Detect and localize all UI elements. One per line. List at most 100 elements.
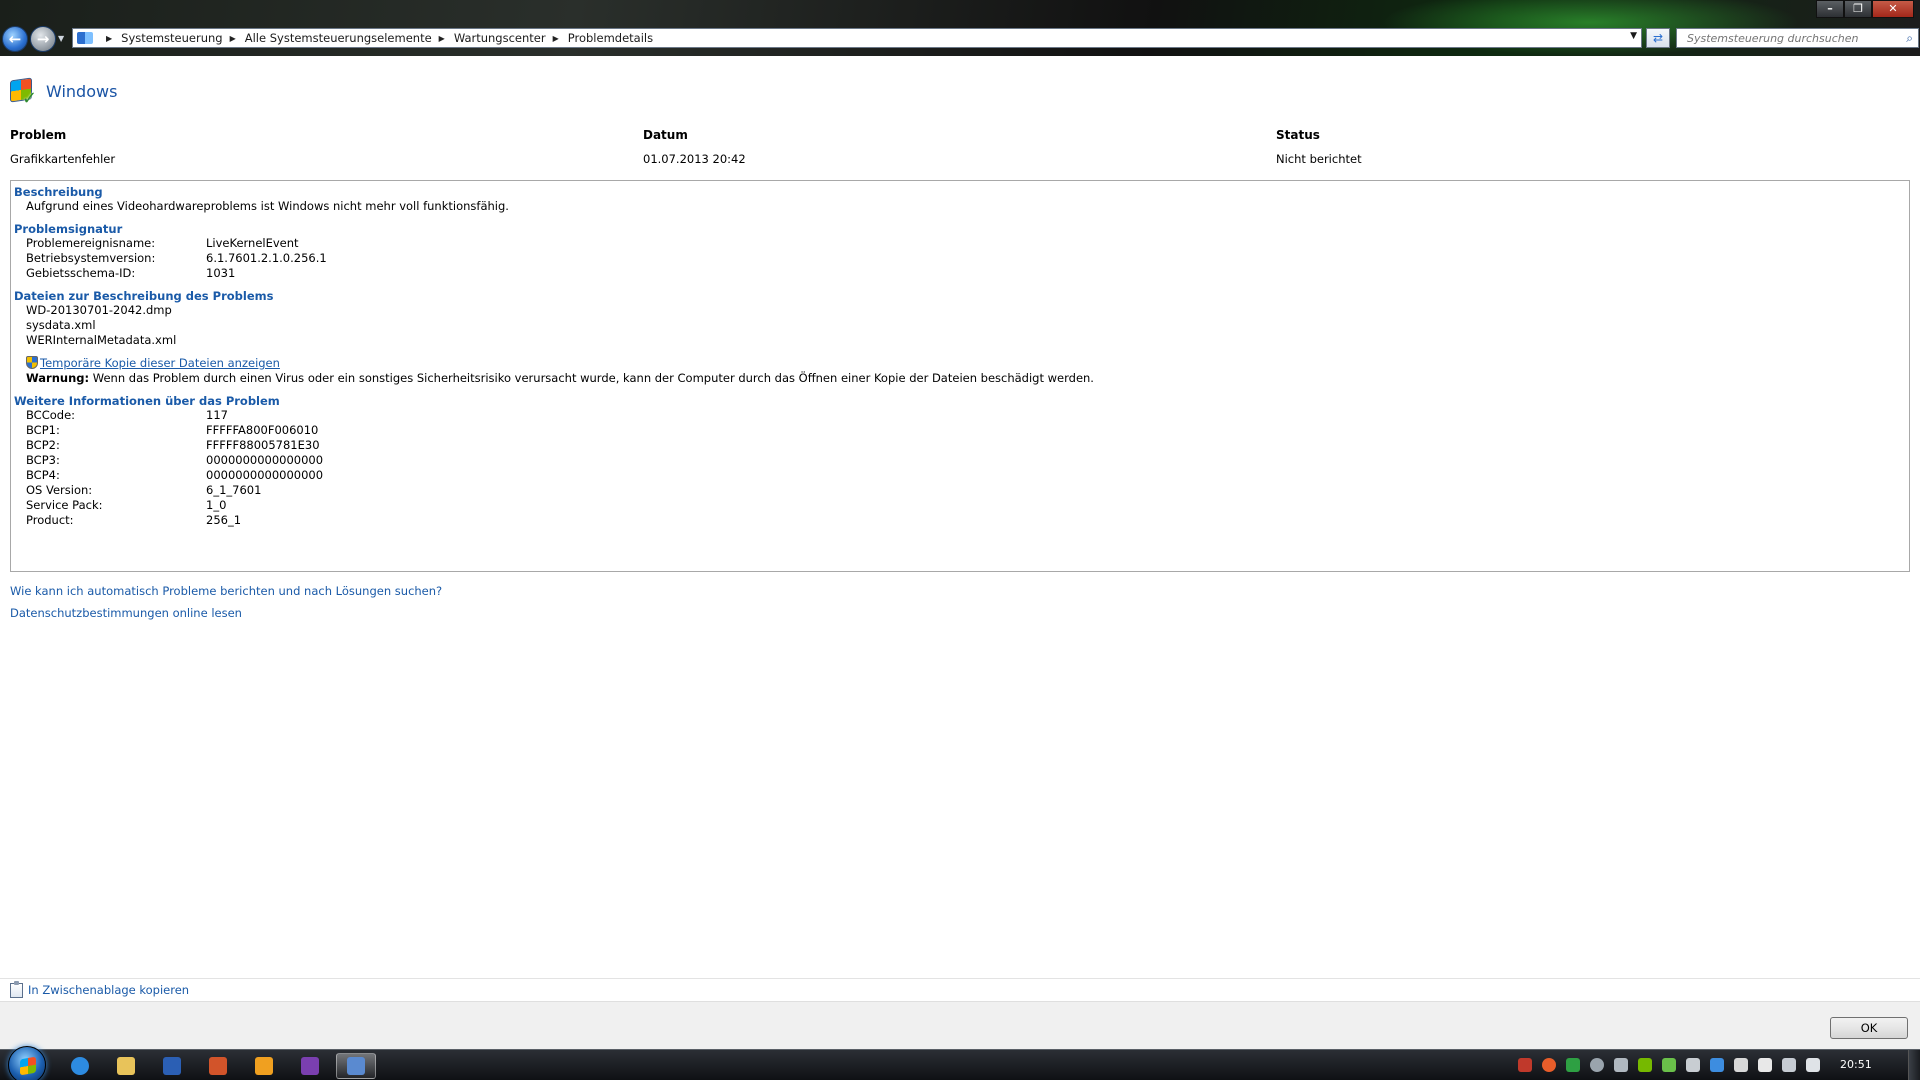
more-info-value: 117 [206, 408, 228, 422]
arrow-right-icon: → [36, 30, 50, 48]
tray-nvidia-icon[interactable] [1638, 1058, 1652, 1072]
action-center-flag-icon [77, 32, 93, 44]
tray-mouse-icon[interactable] [1590, 1058, 1604, 1072]
clipboard-icon [10, 980, 23, 998]
file-item: WD-20130701-2042.dmp [26, 303, 172, 317]
chevron-right-icon: ▶ [552, 33, 559, 43]
back-button[interactable]: ← [2, 26, 28, 52]
minimize-button[interactable]: – [1816, 0, 1844, 18]
warning-text: Wenn das Problem durch einen Virus oder … [89, 371, 1094, 385]
more-info-value: 6_1_7601 [206, 483, 262, 497]
app-header: ✓ Windows [10, 76, 117, 109]
taskbar-app-control-panel[interactable] [336, 1053, 376, 1079]
maximize-button[interactable]: ❐ [1844, 0, 1872, 18]
search-icon[interactable]: ⌕ [1906, 31, 1913, 46]
signature-key: Problemereignisname: [26, 236, 156, 250]
taskbar-app-media-player[interactable] [244, 1053, 284, 1079]
tray-volume-icon[interactable] [1806, 1058, 1820, 1072]
signature-title: Problemsignatur [14, 222, 123, 236]
breadcrumb-wartungscenter[interactable]: Wartungscenter [454, 31, 546, 45]
search-input[interactable] [1687, 31, 1897, 45]
taskbar-app-visual-studio[interactable] [290, 1053, 330, 1079]
status-column-header: Status [1276, 128, 1320, 142]
auto-report-link[interactable]: Wie kann ich automatisch Probleme berich… [10, 580, 442, 602]
more-info-row: BCP2: FFFFF88005781E30 [14, 438, 1906, 453]
more-info-value: FFFFFA800F006010 [206, 423, 319, 437]
tray-update-icon[interactable] [1542, 1058, 1556, 1072]
more-info-key: BCP2: [26, 438, 60, 452]
tray-gpu-icon[interactable] [1662, 1058, 1676, 1072]
temp-copy-row: Temporäre Kopie dieser Dateien anzeigen [14, 356, 1906, 371]
files-title: Dateien zur Beschreibung des Problems [14, 289, 274, 303]
more-info-title: Weitere Informationen über das Problem [14, 394, 280, 408]
breadcrumb-problemdetails[interactable]: Problemdetails [568, 31, 653, 45]
tray-edit-icon[interactable] [1734, 1058, 1748, 1072]
tray-network-icon[interactable] [1686, 1058, 1700, 1072]
internet-explorer-icon [71, 1057, 89, 1075]
files-section: Dateien zur Beschreibung des Problems WD… [14, 289, 1906, 386]
more-info-key: Service Pack: [26, 498, 103, 512]
more-info-section: Weitere Informationen über das Problem B… [14, 394, 1906, 528]
breadcrumb-systemsteuerung[interactable]: Systemsteuerung [121, 31, 222, 45]
windows-logo-icon: ✓ [10, 76, 40, 109]
temp-copy-link[interactable]: Temporäre Kopie dieser Dateien anzeigen [40, 356, 280, 370]
close-button[interactable]: ✕ [1872, 0, 1914, 18]
show-desktop-button[interactable] [1908, 1050, 1920, 1080]
tray-antivirus-icon[interactable] [1518, 1058, 1532, 1072]
address-dropdown-icon[interactable]: ▼ [1630, 31, 1637, 41]
address-bar[interactable]: ▶ Systemsteuerung ▶ Alle Systemsteuerung… [72, 28, 1642, 48]
folder-icon [117, 1057, 135, 1075]
taskbar-clock[interactable]: 20:51 [1840, 1058, 1872, 1071]
forward-button[interactable]: → [30, 26, 56, 52]
taskbar-app-word[interactable] [152, 1053, 192, 1079]
search-box[interactable]: ⌕ [1676, 28, 1919, 48]
more-info-key: Product: [26, 513, 74, 527]
more-info-row: Product: 256_1 [14, 513, 1906, 528]
signature-key: Betriebsystemversion: [26, 251, 156, 265]
date-column-header: Datum [643, 128, 688, 142]
taskbar-app-firewall[interactable] [198, 1053, 238, 1079]
refresh-button[interactable]: ⇄ [1646, 28, 1670, 48]
uac-shield-icon [26, 356, 38, 369]
tray-action-center-flag-icon[interactable] [1758, 1058, 1772, 1072]
taskbar-app-explorer[interactable] [106, 1053, 146, 1079]
ok-button[interactable]: OK [1830, 1017, 1908, 1039]
footer-links: Wie kann ich automatisch Probleme berich… [10, 580, 442, 624]
privacy-link[interactable]: Datenschutzbestimmungen online lesen [10, 602, 442, 624]
tray-monitor-icon[interactable] [1782, 1058, 1796, 1072]
chevron-right-icon: ▶ [106, 33, 113, 43]
signature-section: Problemsignatur Problemereignisname: Live… [14, 222, 1906, 281]
firewall-icon [209, 1057, 227, 1075]
taskbar-app-internet-explorer[interactable] [60, 1053, 100, 1079]
more-info-row: OS Version: 6_1_7601 [14, 483, 1906, 498]
tray-tool-icon[interactable] [1614, 1058, 1628, 1072]
chevron-right-icon: ▶ [438, 33, 445, 43]
signature-value: 6.1.7601.2.1.0.256.1 [206, 251, 327, 265]
media-player-icon [255, 1057, 273, 1075]
more-info-key: BCP3: [26, 453, 60, 467]
more-info-key: BCP4: [26, 468, 60, 482]
tray-security-icon[interactable] [1566, 1058, 1580, 1072]
description-section: Beschreibung Aufgrund eines Videohardwar… [14, 185, 1906, 214]
control-panel-icon [347, 1057, 365, 1075]
more-info-row: BCP4: 0000000000000000 [14, 468, 1906, 483]
signature-row: Betriebsystemversion: 6.1.7601.2.1.0.256.… [14, 251, 1906, 266]
chevron-right-icon: ▶ [229, 33, 236, 43]
signature-row: Problemereignisname: LiveKernelEvent [14, 236, 1906, 251]
dialog-button-bar: OK [0, 1001, 1920, 1049]
start-button[interactable] [8, 1046, 46, 1080]
breadcrumb-alle-elemente[interactable]: Alle Systemsteuerungselemente [245, 31, 432, 45]
more-info-value: 256_1 [206, 513, 242, 527]
problem-value: Grafikkartenfehler [10, 152, 116, 166]
description-text: Aufgrund eines Videohardwareproblems ist… [26, 199, 509, 213]
more-info-key: BCP1: [26, 423, 60, 437]
word-icon [163, 1057, 181, 1075]
problem-column-header: Problem [10, 128, 67, 142]
status-value: Nicht berichtet [1276, 152, 1362, 166]
recent-pages-dropdown[interactable]: ▼ [58, 34, 64, 43]
tray-bluetooth-icon[interactable] [1710, 1058, 1724, 1072]
file-item: sysdata.xml [26, 318, 96, 332]
more-info-row: BCP1: FFFFFA800F006010 [14, 423, 1906, 438]
copy-to-clipboard-link[interactable]: In Zwischenablage kopieren [28, 983, 189, 997]
problem-detail-panel: Beschreibung Aufgrund eines Videohardwar… [10, 180, 1910, 572]
